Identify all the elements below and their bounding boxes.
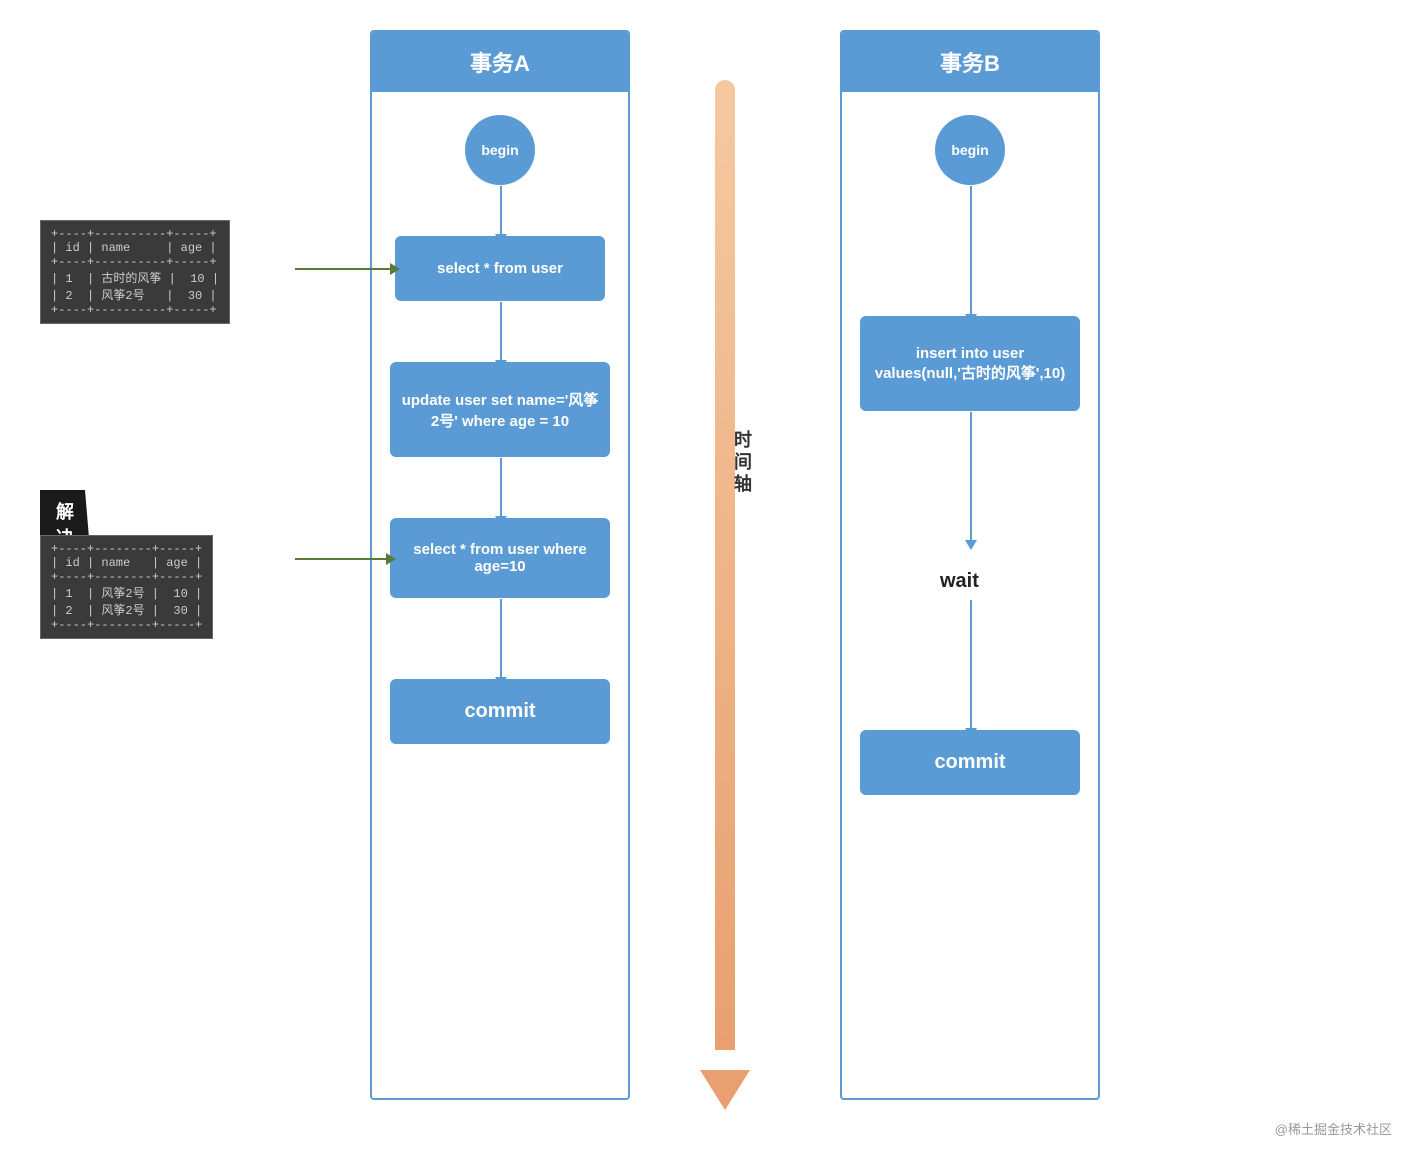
table2-content: +----+--------+-----+ | id | name | age … (40, 535, 213, 639)
arrow-insert-to-wait (970, 412, 972, 542)
select-where-node: select * from user where age=10 (390, 518, 610, 598)
arrow-update-to-selectwhere (500, 458, 502, 518)
time-axis-arrow (700, 1070, 750, 1110)
arrow-selectwhere-to-commit (500, 599, 502, 679)
commit-b-node: commit (860, 730, 1080, 795)
diagram-container: 事务A 事务B 时间轴 begin select * from user upd… (0, 0, 1412, 1158)
transaction-b-header: 事务B (842, 32, 1098, 92)
time-axis-bar (715, 80, 735, 1050)
time-axis-label: 时间轴 (729, 430, 755, 496)
watermark: @稀土掘金技术社区 (1275, 1119, 1392, 1138)
arrow-wait-to-commitb (970, 600, 972, 730)
arrow-begin-to-select (500, 186, 502, 236)
insert-node: insert into user values(null,'古时的风筝',10) (860, 316, 1080, 411)
transaction-a-header: 事务A (372, 32, 628, 92)
connector-table2 (295, 558, 388, 560)
connector-table1 (295, 268, 392, 270)
begin-a-node: begin (465, 115, 535, 185)
arrow-beginb-to-insert (970, 186, 972, 316)
wait-label: wait (940, 570, 979, 593)
select-all-node: select * from user (395, 236, 605, 301)
arrow-select-to-update (500, 302, 502, 362)
table1-content: +----+----------+-----+ | id | name | ag… (40, 220, 230, 324)
commit-a-node: commit (390, 679, 610, 744)
update-node: update user set name='风筝2号' where age = … (390, 362, 610, 457)
time-axis: 时间轴 (700, 80, 750, 1110)
begin-b-node: begin (935, 115, 1005, 185)
